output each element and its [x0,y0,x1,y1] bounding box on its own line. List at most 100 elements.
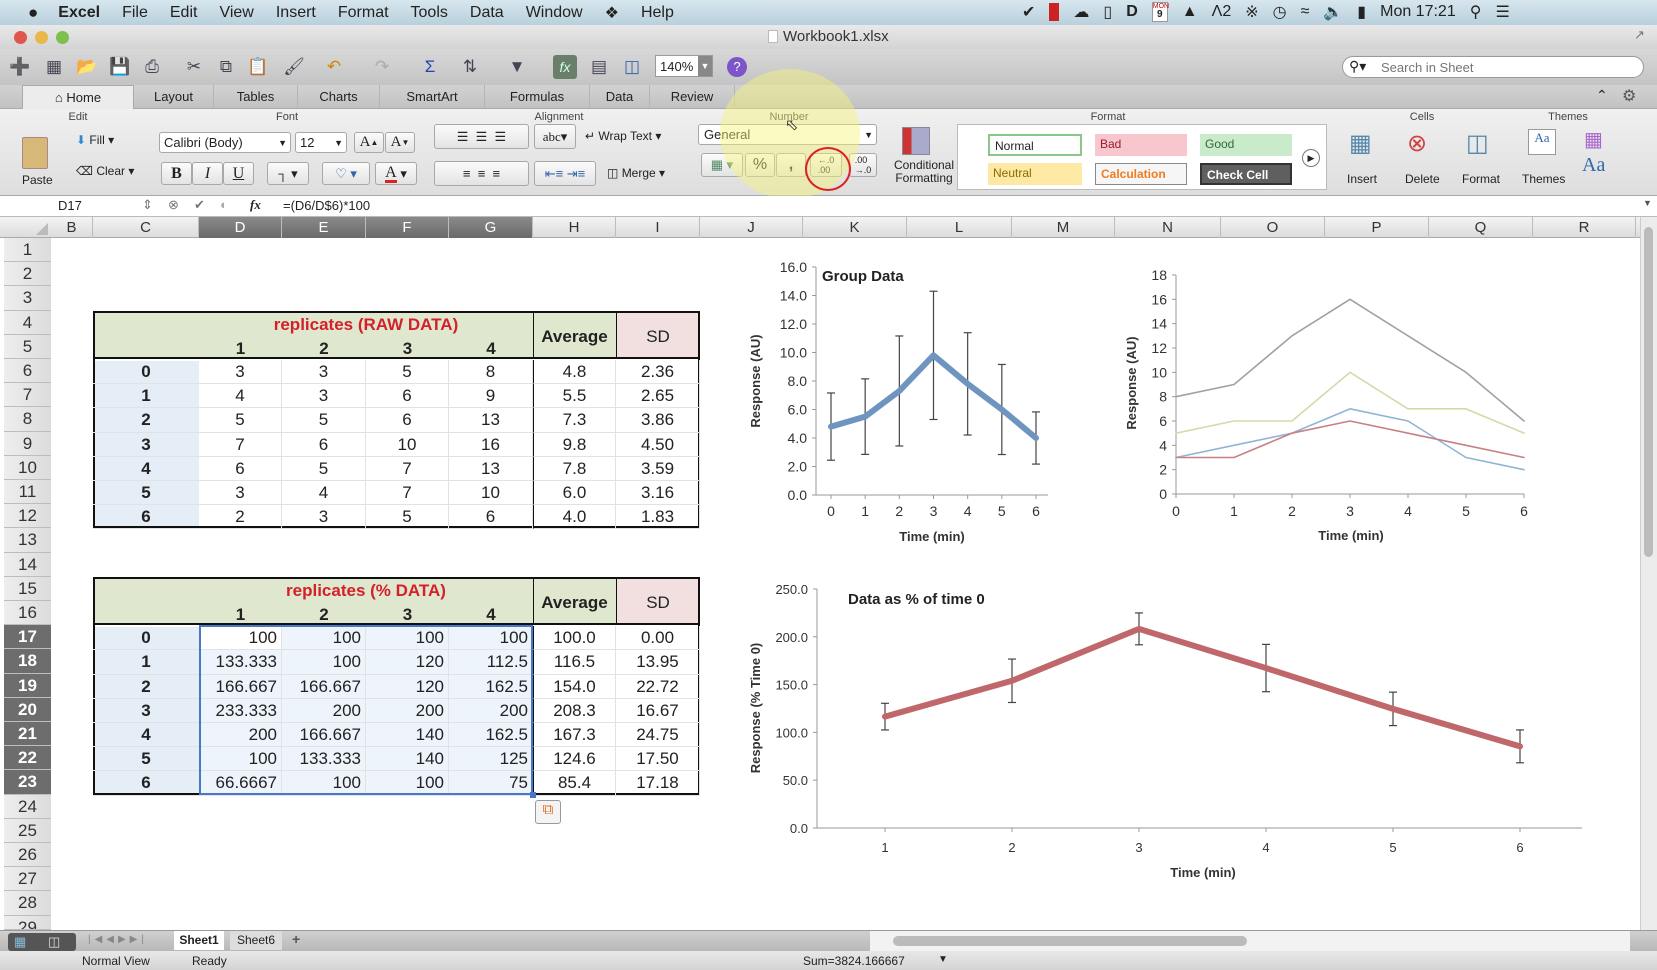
fill-color-button[interactable]: ♡ ▾ [322,162,370,185]
horizontal-scroll-thumb[interactable] [893,936,1247,946]
formula-options-icon[interactable]: ◐ [220,197,228,212]
apple-icon[interactable]: ● [28,3,38,23]
row-header-10[interactable]: 10 [4,456,51,480]
row-header-24[interactable]: 24 [4,795,51,819]
print-icon[interactable]: ⎙ [140,55,164,79]
replicate-3-value[interactable]: 5 [366,360,449,384]
column-header-i[interactable]: I [616,217,700,238]
tablet-icon[interactable]: ▯ [1103,2,1112,22]
sheet-tab-sheet6[interactable]: Sheet6 [230,931,282,950]
conditional-formatting-button[interactable]: Conditional Formatting [890,127,958,195]
bluetooth-icon[interactable]: ※ [1245,2,1258,22]
replicate-2-value[interactable]: 166.667 [282,723,366,747]
replicate-3-value[interactable]: 10 [366,433,449,457]
status-sum[interactable]: Sum=3824.166667 [803,954,905,968]
column-header-p[interactable]: P [1325,217,1429,238]
font-size-select[interactable]: 12▼ [295,132,347,153]
insert-cells-button[interactable]: ▦Insert [1345,127,1389,193]
status-sum-dropdown-icon[interactable]: ▼ [938,954,948,965]
row-header-11[interactable]: 11 [4,480,51,504]
theme-fonts-button[interactable]: Aa [1582,154,1605,177]
merge-button[interactable]: ◫ Merge ▾ [607,166,665,180]
row-header-6[interactable]: 6 [4,359,51,383]
replicate-3-value[interactable]: 120 [366,650,449,674]
name-box[interactable]: D17 [58,198,82,213]
replicate-2-value[interactable]: 5 [282,457,366,481]
replicate-3-value[interactable]: 120 [366,675,449,699]
replicate-4-value[interactable]: 16 [449,433,533,457]
calendar-icon[interactable]: MON9 [1152,2,1168,22]
minimize-button[interactable] [35,31,48,44]
replicate-1-value[interactable]: 6 [199,457,282,481]
themes-button[interactable]: AaThemes [1522,127,1572,193]
search-input[interactable] [1381,59,1636,75]
row-header-27[interactable]: 27 [4,867,51,891]
time-label[interactable]: 5 [93,481,199,505]
row-header-19[interactable]: 19 [4,674,51,698]
notification-icon[interactable]: ☰ [1495,2,1509,22]
sort-icon[interactable]: ⇅ [458,55,482,79]
replicate-2-value[interactable]: 3 [282,360,366,384]
expand-formula-icon[interactable]: ▼ [1643,198,1652,208]
tab-smartart[interactable]: SmartArt [380,85,485,109]
time-label[interactable]: 3 [93,433,199,457]
menu-format[interactable]: Format [338,4,389,22]
replicate-1-value[interactable]: 233.333 [199,699,282,723]
replicate-1-value[interactable]: 100 [199,747,282,771]
normal-view-icon[interactable]: ▦ [14,934,26,950]
toolbox-icon[interactable]: ▤ [587,55,611,79]
column-header-e[interactable]: E [282,217,366,238]
column-header-l[interactable]: L [907,217,1012,238]
replicate-1-value[interactable]: 200 [199,723,282,747]
replicate-3-value[interactable]: 6 [366,384,449,408]
time-label[interactable]: 6 [93,771,199,795]
replicate-2-value[interactable]: 4 [282,481,366,505]
average-value[interactable]: 208.3 [533,699,616,723]
row-header-28[interactable]: 28 [4,891,51,915]
sd-value[interactable]: 3.59 [616,457,700,481]
style-neutral[interactable]: Neutral [988,163,1082,185]
select-all-icon[interactable] [36,223,48,235]
name-box-stepper-icon[interactable]: ⇕ [142,197,153,213]
templates-icon[interactable]: ▦ [42,55,66,79]
menu-tools[interactable]: Tools [411,4,448,22]
row-header-2[interactable]: 2 [4,262,51,286]
app-menu[interactable]: Excel [58,4,100,22]
sd-value[interactable]: 2.65 [616,384,700,408]
replicate-4-value[interactable]: 125 [449,747,533,771]
time-label[interactable]: 1 [93,650,199,674]
style-good[interactable]: Good [1200,134,1292,156]
average-value[interactable]: 7.8 [533,457,616,481]
indent-icon[interactable]: ⇤≡ ⇥≡ [545,166,586,182]
replicate-1-value[interactable]: 3 [199,481,282,505]
spotlight-icon[interactable]: ⚲ [1470,2,1482,22]
row-header-9[interactable]: 9 [4,432,51,456]
replicate-3-value[interactable]: 6 [366,408,449,432]
filter-icon[interactable]: ▼ [505,55,529,79]
sd-value[interactable]: 1.83 [616,505,700,529]
average-value[interactable]: 4.0 [533,505,616,529]
menu-view[interactable]: View [219,4,253,22]
row-header-3[interactable]: 3 [4,286,51,310]
increase-font-size-button[interactable]: A▲ [354,132,384,153]
average-value[interactable]: 5.5 [533,384,616,408]
fill-handle[interactable] [530,792,536,798]
format-painter-icon[interactable]: 🖌 [282,55,306,79]
replicate-4-value[interactable]: 13 [449,408,533,432]
replicate-2-value[interactable]: 133.333 [282,747,366,771]
fill-button[interactable]: ⬇ Fill ▾ [76,133,114,147]
sd-value[interactable]: 16.67 [616,699,700,723]
replicate-2-value[interactable]: 200 [282,699,366,723]
column-header-o[interactable]: O [1221,217,1325,238]
row-header-7[interactable]: 7 [4,383,51,407]
borders-button[interactable]: ┐ ▾ [267,162,309,185]
replicate-2-value[interactable]: 100 [282,650,366,674]
row-header-25[interactable]: 25 [4,819,51,843]
replicate-1-value[interactable]: 2 [199,505,282,529]
decrease-font-size-button[interactable]: A▼ [385,132,415,153]
sd-value[interactable]: 4.50 [616,433,700,457]
battery-icon[interactable]: ▮ [1357,2,1366,22]
sd-value[interactable]: 2.36 [616,360,700,384]
average-value[interactable]: 124.6 [533,747,616,771]
add-sheet-button[interactable]: + [292,931,300,947]
